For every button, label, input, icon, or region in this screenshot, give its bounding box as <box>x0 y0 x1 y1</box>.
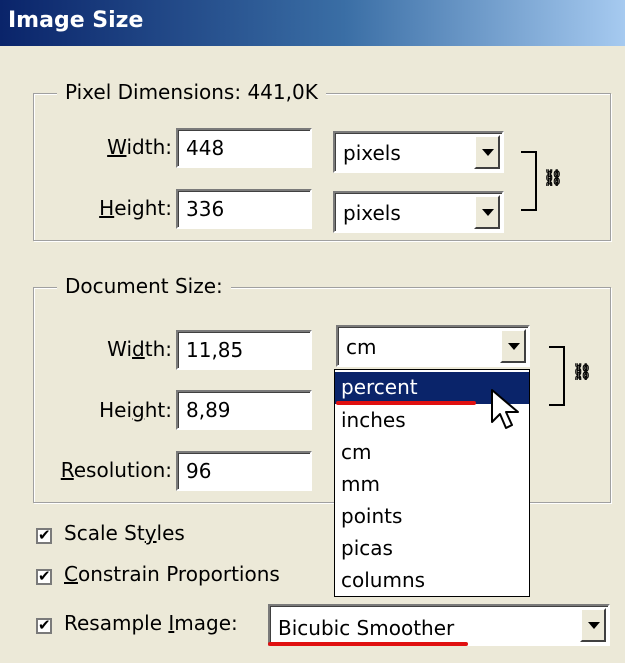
chevron-down-icon[interactable] <box>500 329 526 363</box>
resample-image-checkbox[interactable] <box>36 616 52 634</box>
resample-image-label[interactable]: Resample Image: <box>64 611 238 635</box>
pixel-height-unit-select[interactable]: pixels <box>333 191 504 233</box>
dropdown-option-picas[interactable]: picas <box>335 533 529 565</box>
title-bar: Image Size <box>0 0 625 46</box>
chain-link-icon: ⛓ <box>572 362 593 381</box>
resample-method-select[interactable]: Bicubic Smoother <box>268 604 610 646</box>
pixel-constrain-bracket <box>521 151 537 211</box>
dropdown-option-mm[interactable]: mm <box>335 469 529 501</box>
doc-constrain-bracket <box>549 346 565 406</box>
annotation-underline <box>268 642 468 646</box>
pixel-width-unit-select[interactable]: pixels <box>333 131 504 173</box>
document-size-legend: Document Size: <box>57 274 231 298</box>
doc-height-label: Height: <box>99 398 172 422</box>
chain-link-icon: ⛓ <box>543 168 564 187</box>
pixel-width-input[interactable]: 448 <box>176 128 312 168</box>
pixel-height-label: Height: <box>99 196 172 220</box>
doc-width-input[interactable]: 11,85 <box>176 330 312 370</box>
doc-width-unit-select[interactable]: cm <box>336 325 530 367</box>
doc-height-input[interactable]: 8,89 <box>176 390 312 430</box>
dropdown-option-points[interactable]: points <box>335 501 529 533</box>
resolution-label: Resolution: <box>60 458 172 482</box>
dialog-title: Image Size <box>8 8 144 33</box>
chevron-down-icon[interactable] <box>474 135 500 169</box>
scale-styles-checkbox[interactable] <box>36 526 52 544</box>
chevron-down-icon[interactable] <box>580 608 606 642</box>
doc-width-label: Width: <box>107 337 172 361</box>
chevron-down-icon[interactable] <box>474 195 500 229</box>
pixel-width-label: Width: <box>107 135 172 159</box>
annotation-underline <box>336 401 476 405</box>
pixel-height-input[interactable]: 336 <box>176 189 312 229</box>
dropdown-option-cm[interactable]: cm <box>335 437 529 469</box>
pixel-dimensions-legend: Pixel Dimensions: 441,0K <box>57 80 326 104</box>
pixel-dimensions-size: 441,0K <box>247 80 318 104</box>
scale-styles-label[interactable]: Scale Styles <box>64 521 185 545</box>
arrow-cursor-icon <box>491 389 519 429</box>
constrain-proportions-checkbox[interactable] <box>36 567 52 585</box>
resolution-input[interactable]: 96 <box>176 451 312 491</box>
dropdown-option-columns[interactable]: columns <box>335 565 529 597</box>
constrain-proportions-label[interactable]: Constrain Proportions <box>64 562 280 586</box>
